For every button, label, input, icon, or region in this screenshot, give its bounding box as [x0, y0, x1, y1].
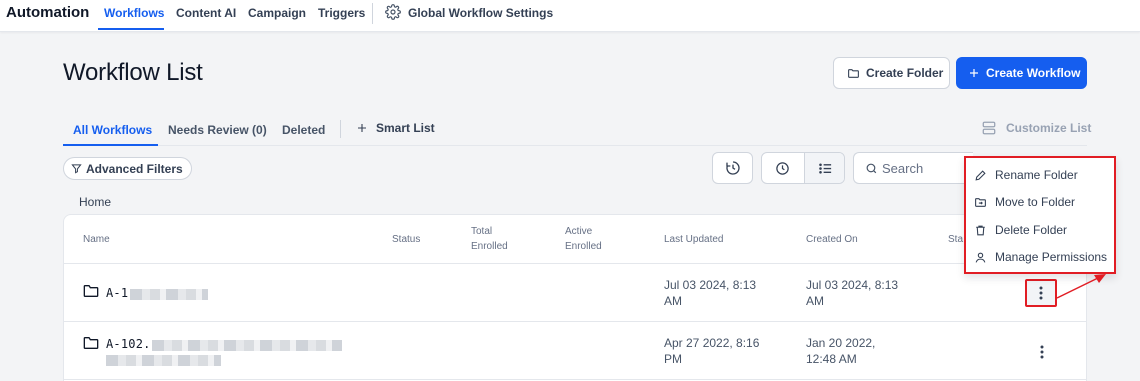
folder-context-menu: Rename Folder Move to Folder Delete Fold…	[964, 156, 1116, 274]
customize-list-label: Customize List	[1006, 121, 1092, 135]
create-folder-label: Create Folder	[866, 66, 944, 80]
tab-campaign[interactable]: Campaign	[248, 6, 306, 20]
advanced-filters-button[interactable]: Advanced Filters	[63, 157, 192, 180]
table-header: Name Status Total Enrolled Active Enroll…	[64, 215, 1086, 264]
tab-all-workflows[interactable]: All Workflows	[73, 123, 152, 137]
create-workflow-button[interactable]: Create Workflow	[956, 57, 1087, 89]
active-subtab-indicator	[63, 144, 158, 146]
folder-move-icon	[975, 197, 986, 207]
nav-divider	[372, 3, 373, 24]
filter-icon	[71, 164, 82, 174]
folder-icon	[848, 68, 859, 78]
redacted-text	[152, 340, 342, 351]
redacted-text	[130, 289, 208, 300]
folder-icon	[83, 337, 99, 349]
search-placeholder: Search	[882, 160, 924, 176]
clock-icon	[776, 161, 789, 175]
menu-label: Rename Folder	[995, 168, 1078, 182]
customize-list-button[interactable]: Customize List	[981, 121, 1091, 135]
more-options-button[interactable]	[1025, 279, 1057, 307]
last-updated: Jul 03 2024, 8:13	[664, 278, 757, 292]
last-updated-time: PM	[664, 352, 682, 366]
search-icon	[866, 163, 877, 173]
folder-name[interactable]: A-102.	[106, 337, 151, 351]
clock-view-button[interactable]	[762, 153, 803, 183]
folder-name[interactable]: A-1	[106, 286, 128, 300]
kebab-icon	[1040, 345, 1044, 359]
col-total-enrolled-2[interactable]: Enrolled	[471, 239, 508, 254]
trash-icon	[976, 225, 985, 235]
tab-triggers[interactable]: Triggers	[318, 6, 365, 20]
smart-list-label: Smart List	[376, 121, 435, 135]
kebab-icon	[1039, 286, 1043, 300]
pencil-icon	[975, 169, 986, 181]
search-input[interactable]: Search	[853, 152, 973, 184]
table-row[interactable]: A-1 Jul 03 2024, 8:13 AM Jul 03 2024, 8:…	[64, 264, 1086, 322]
tab-content-ai[interactable]: Content AI	[176, 6, 236, 20]
more-options-button[interactable]	[1030, 340, 1054, 364]
col-status[interactable]: Status	[392, 232, 420, 247]
list-view-button[interactable]	[804, 153, 844, 183]
tab-deleted[interactable]: Deleted	[282, 123, 325, 137]
menu-item-delete-folder[interactable]: Delete Folder	[974, 223, 1067, 237]
menu-label: Manage Permissions	[995, 250, 1108, 264]
menu-item-rename-folder[interactable]: Rename Folder	[974, 168, 1078, 182]
tab-needs-review[interactable]: Needs Review (0)	[168, 123, 267, 137]
plus-icon	[970, 69, 978, 77]
active-tab-indicator	[98, 28, 164, 30]
user-icon	[975, 252, 986, 263]
col-last-updated[interactable]: Last Updated	[664, 232, 724, 247]
plus-icon	[358, 124, 366, 132]
menu-item-manage-permissions[interactable]: Manage Permissions	[974, 250, 1107, 264]
col-total-enrolled-1[interactable]: Total	[471, 224, 492, 239]
history-button[interactable]	[712, 152, 753, 184]
col-stats[interactable]: Sta	[948, 232, 963, 247]
sliders-icon	[982, 121, 996, 135]
advanced-filters-label: Advanced Filters	[86, 161, 183, 176]
created-on-time: 12:48 AM	[806, 352, 857, 366]
col-name[interactable]: Name	[83, 232, 110, 247]
folder-icon	[83, 285, 99, 297]
created-on: Jul 03 2024, 8:13	[806, 278, 899, 292]
view-toggle	[761, 152, 845, 184]
menu-item-move-to-folder[interactable]: Move to Folder	[974, 195, 1075, 209]
col-created-on[interactable]: Created On	[806, 232, 858, 247]
tabs-rule	[63, 145, 1087, 146]
global-workflow-settings[interactable]: Global Workflow Settings	[408, 6, 553, 20]
created-on-time: AM	[806, 294, 824, 308]
breadcrumb[interactable]: Home	[79, 195, 111, 209]
app-title: Automation	[6, 4, 90, 21]
page-title: Workflow List	[63, 59, 203, 86]
tabs-divider	[340, 120, 341, 138]
top-nav: Automation Workflows Content AI Campaign…	[0, 0, 1140, 32]
create-workflow-label: Create Workflow	[986, 66, 1081, 80]
tab-workflows[interactable]: Workflows	[104, 6, 164, 20]
table-row[interactable]: A-102. Apr 27 2022, 8:16 PM Jan 20 2022,…	[64, 322, 1086, 380]
menu-label: Delete Folder	[995, 223, 1068, 237]
workflow-table: Name Status Total Enrolled Active Enroll…	[63, 214, 1087, 381]
menu-label: Move to Folder	[995, 195, 1076, 209]
last-updated-time: AM	[664, 294, 682, 308]
col-active-enrolled-1[interactable]: Active	[565, 224, 592, 239]
created-on: Jan 20 2022,	[806, 336, 876, 350]
gear-icon[interactable]	[385, 4, 401, 20]
list-icon	[818, 162, 831, 174]
create-folder-button[interactable]: Create Folder	[833, 57, 950, 89]
redacted-text	[106, 355, 221, 366]
smart-list-button[interactable]: Smart List	[356, 121, 435, 135]
col-active-enrolled-2[interactable]: Enrolled	[565, 239, 602, 254]
last-updated: Apr 27 2022, 8:16	[664, 336, 760, 350]
history-icon	[725, 161, 740, 175]
